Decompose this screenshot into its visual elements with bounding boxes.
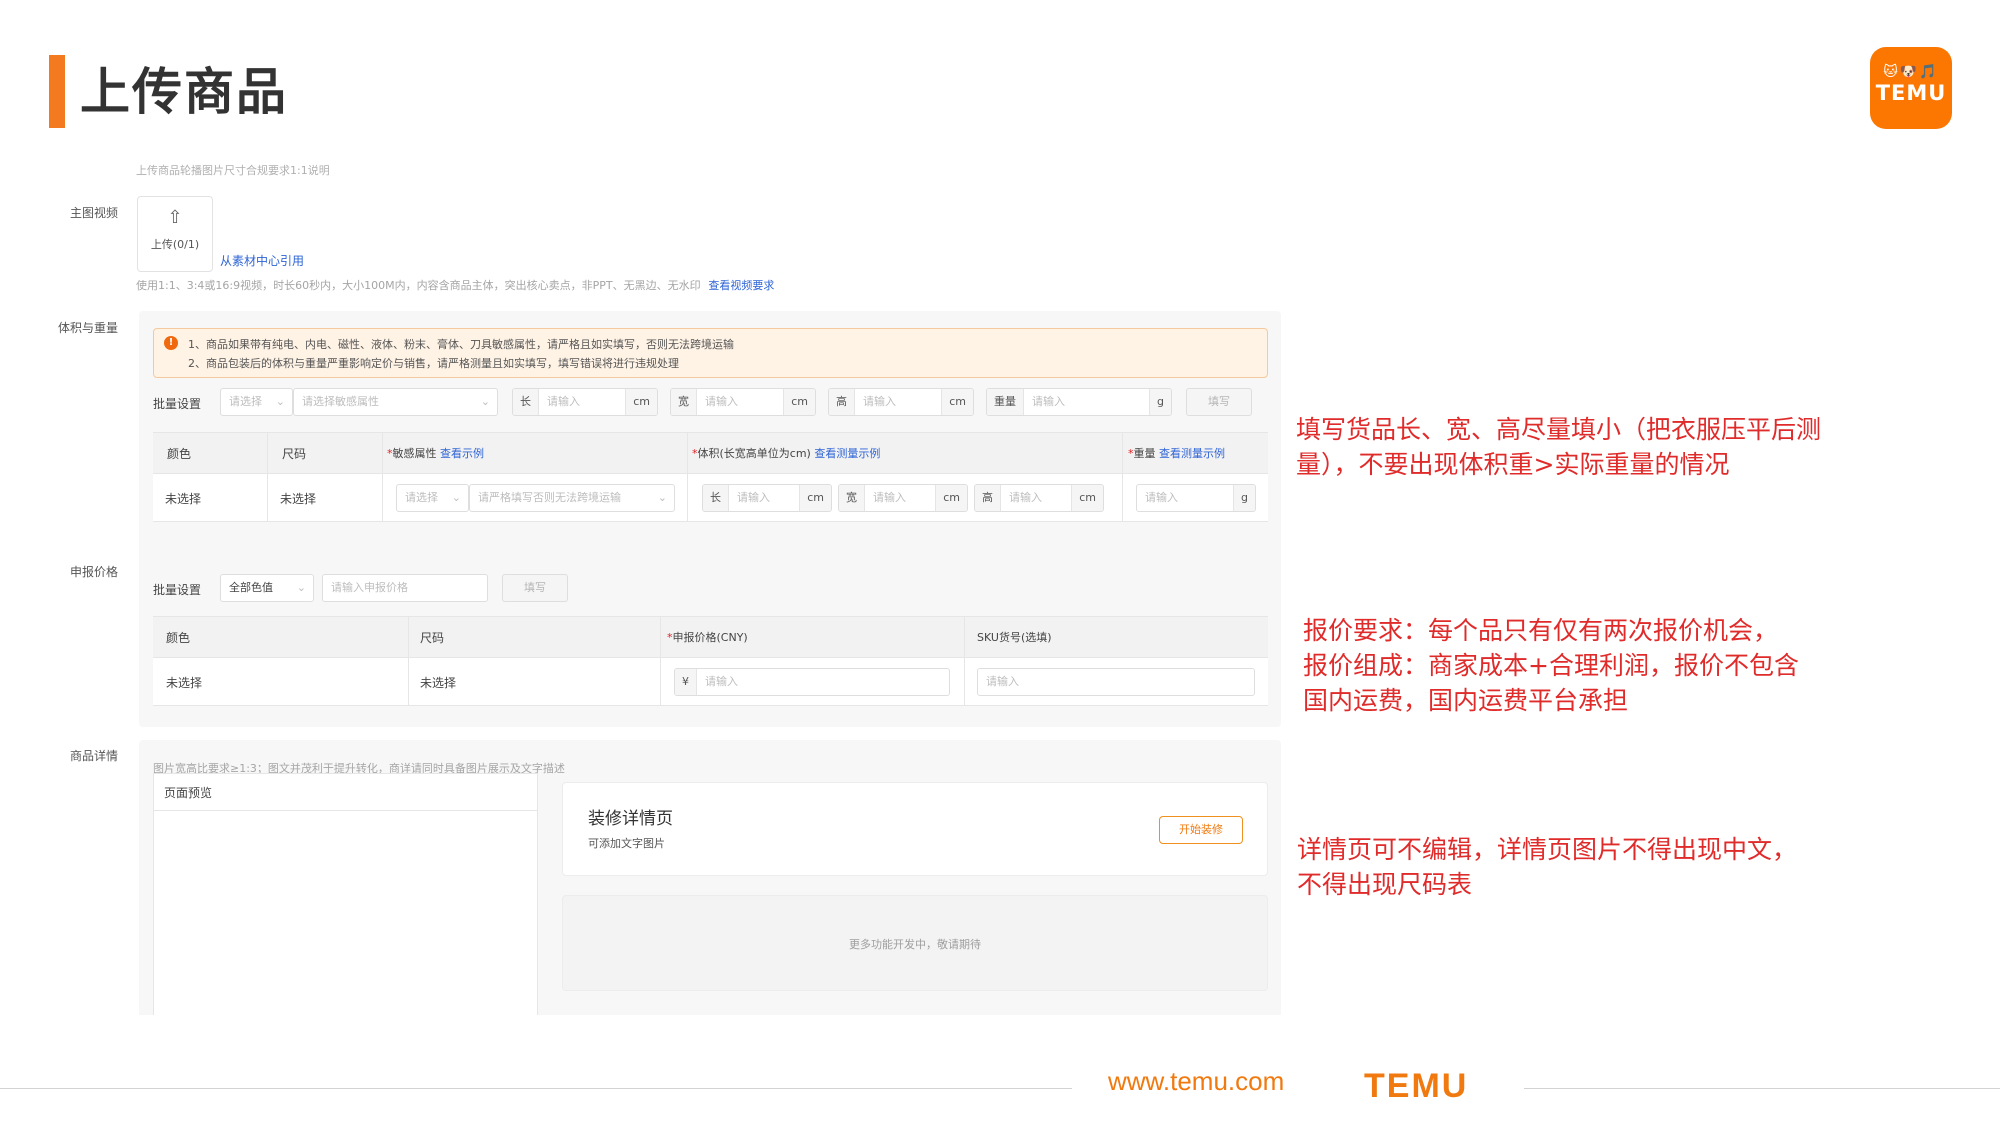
warning-line-2: 2、商品包装后的体积与重量严重影响定价与销售，请严格测量且如实填写，填写错误将进… bbox=[188, 357, 679, 370]
start-decorate-button[interactable]: 开始装修 bbox=[1159, 816, 1243, 844]
batch-sensitive-select[interactable]: 请选择敏感属性 ⌄ bbox=[293, 388, 498, 416]
col-size: 尺码 bbox=[282, 447, 307, 461]
col-sensitive: *敏感属性 查看示例 bbox=[387, 447, 484, 460]
price-batch-label: 批量设置 bbox=[153, 583, 202, 597]
volume-section-label: 体积与重量 bbox=[58, 321, 119, 335]
volume-fill-button[interactable]: 填写 bbox=[1186, 388, 1252, 416]
chevron-down-icon: ⌄ bbox=[657, 491, 667, 504]
annotation-dimensions: 填写货品长、宽、高尽量填小（把衣服压平后测 量），不要出现体积重>实际重量的情况 bbox=[1296, 415, 1822, 479]
detail-section-label: 商品详情 bbox=[70, 749, 119, 763]
logo-pets-icon: 🐱🐶🎵 bbox=[1883, 64, 1939, 80]
price-col-declared: *申报价格(CNY) bbox=[667, 631, 748, 644]
batch-price-input[interactable]: 请输入申报价格 bbox=[322, 574, 488, 602]
price-fill-button[interactable]: 填写 bbox=[502, 574, 568, 602]
more-features-box: 更多功能开发中，敬请期待 bbox=[562, 895, 1268, 991]
upload-count-label: 上传(0/1) bbox=[150, 238, 200, 251]
decorate-card: 装修详情页 可添加文字图片 开始装修 bbox=[562, 782, 1268, 876]
material-center-link[interactable]: 从素材中心引用 bbox=[220, 252, 304, 269]
row-width-input[interactable]: 宽请输入 cm bbox=[838, 484, 968, 512]
declared-price-input[interactable]: ¥ 请输入 bbox=[674, 668, 950, 696]
chevron-down-icon: ⌄ bbox=[480, 395, 490, 408]
batch-select[interactable]: 请选择 ⌄ bbox=[220, 388, 293, 416]
footer-url: www.temu.com bbox=[1108, 1066, 1285, 1096]
preview-title: 页面预览 bbox=[164, 786, 213, 800]
price-col-size: 尺码 bbox=[420, 631, 445, 645]
price-row-color: 未选择 bbox=[166, 676, 203, 690]
warning-icon: ! bbox=[164, 336, 178, 350]
batch-height-input[interactable]: 高请输入 cm bbox=[828, 388, 974, 416]
row-color: 未选择 bbox=[165, 492, 202, 506]
temu-logo: 🐱🐶🎵 TEMU bbox=[1870, 47, 1952, 129]
footer-divider-right bbox=[1524, 1088, 2000, 1089]
col-weight: *重量 查看测量示例 bbox=[1128, 447, 1225, 460]
title-accent-bar bbox=[49, 55, 65, 128]
col-color: 颜色 bbox=[167, 447, 192, 461]
row-sensitive-hint-select[interactable]: 请严格填写否则无法跨境运输 ⌄ bbox=[469, 484, 675, 512]
page-title: 上传商品 bbox=[80, 63, 288, 121]
upload-form-screenshot: 上传商品轮播图片尺寸合规要求1:1说明 主图视频 ⇧ 上传(0/1) 从素材中心… bbox=[52, 160, 1290, 1015]
col-volume: *体积(长宽高单位为cm) 查看测量示例 bbox=[692, 447, 881, 460]
video-section-label: 主图视频 bbox=[70, 206, 119, 220]
upload-icon: ⇧ bbox=[167, 207, 183, 228]
price-section-label: 申报价格 bbox=[70, 565, 119, 579]
video-upload-button[interactable]: ⇧ 上传(0/1) bbox=[137, 196, 213, 272]
chevron-down-icon: ⌄ bbox=[296, 581, 306, 594]
batch-weight-input[interactable]: 重量 请输入 g bbox=[986, 388, 1172, 416]
warning-banner: ! 1、商品如果带有纯电、内电、磁性、液体、粉末、膏体、刀具敏感属性，请严格且如… bbox=[153, 328, 1268, 378]
price-col-color: 颜色 bbox=[166, 631, 191, 645]
row-sensitive-select[interactable]: 请选择 ⌄ bbox=[396, 484, 469, 512]
cut-off-hint: 上传商品轮播图片尺寸合规要求1:1说明 bbox=[136, 164, 330, 177]
decorate-subtitle: 可添加文字图片 bbox=[588, 837, 665, 850]
video-hint: 使用1:1、3:4或16:9视频，时长60秒内，大小100M内，内容含商品主体，… bbox=[136, 279, 701, 292]
chevron-down-icon: ⌄ bbox=[451, 491, 461, 504]
volume-batch-label: 批量设置 bbox=[153, 397, 202, 411]
warning-line-1: 1、商品如果带有纯电、内电、磁性、液体、粉末、膏体、刀具敏感属性，请严格且如实填… bbox=[188, 338, 734, 351]
price-row-size: 未选择 bbox=[420, 676, 457, 690]
sku-input[interactable]: 请输入 bbox=[977, 668, 1255, 696]
row-length-input[interactable]: 长请输入 cm bbox=[702, 484, 832, 512]
annotation-details: 详情页可不编辑，详情页图片不得出现中文， 不得出现尺码表 bbox=[1297, 835, 1798, 899]
annotation-pricing: 报价要求：每个品只有仅有两次报价机会， 报价组成：商家成本+合理利润，报价不包含… bbox=[1303, 616, 1799, 715]
price-col-sku: SKU货号(选填) bbox=[977, 631, 1052, 644]
batch-length-input[interactable]: 长请输入 cm bbox=[512, 388, 658, 416]
volume-example-link[interactable]: 查看测量示例 bbox=[814, 447, 880, 460]
all-colors-select[interactable]: 全部色值 ⌄ bbox=[220, 574, 314, 602]
page-preview: 页面预览 bbox=[153, 773, 538, 1015]
row-weight-input[interactable]: 请输入 g bbox=[1136, 484, 1256, 512]
logo-wordmark: TEMU bbox=[1875, 81, 1947, 105]
more-features-text: 更多功能开发中，敬请期待 bbox=[849, 938, 981, 951]
footer-logo: TEMU bbox=[1364, 1067, 1469, 1105]
weight-example-link[interactable]: 查看测量示例 bbox=[1159, 447, 1225, 460]
row-size: 未选择 bbox=[280, 492, 317, 506]
batch-width-input[interactable]: 宽请输入 cm bbox=[670, 388, 816, 416]
chevron-down-icon: ⌄ bbox=[275, 395, 285, 408]
video-requirements-link[interactable]: 查看视频要求 bbox=[708, 279, 774, 292]
footer-divider-left bbox=[0, 1088, 1072, 1089]
sensitive-example-link[interactable]: 查看示例 bbox=[440, 447, 484, 460]
decorate-title: 装修详情页 bbox=[588, 809, 673, 829]
row-height-input[interactable]: 高请输入 cm bbox=[974, 484, 1104, 512]
